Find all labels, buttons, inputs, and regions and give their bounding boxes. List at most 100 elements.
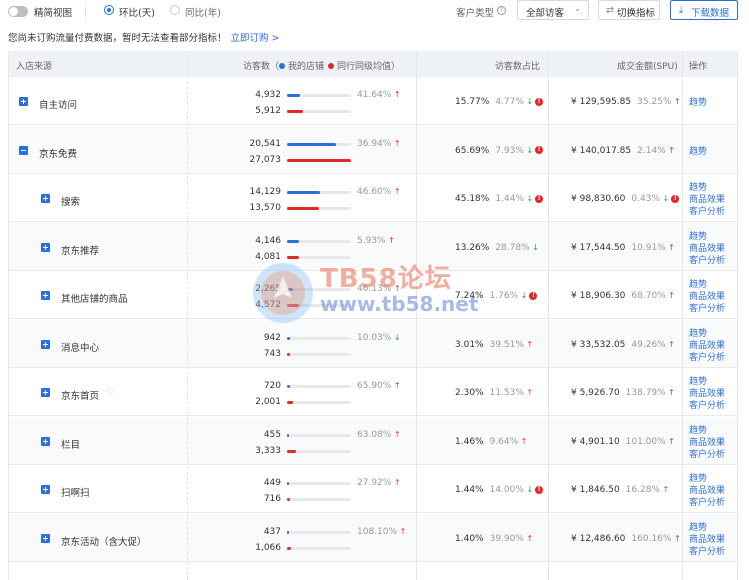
action-link[interactable]: 客户分析 (689, 352, 725, 364)
download-button[interactable]: ⤓ 下载数据 (670, 0, 738, 20)
arrow-up-icon: ↑ (665, 291, 675, 300)
arrow-down-icon: ↓ (518, 291, 528, 300)
action-link[interactable]: 商品效果 (689, 194, 725, 206)
action-link[interactable]: 商品效果 (689, 437, 725, 449)
table-row[interactable]: 京东首页 ♡ 720 2,001 65.90% ↑ 2.30% 11.53% ↑ ¥ 5,92… (9, 368, 738, 416)
table-row[interactable]: 京东活动（含大促） 437 1,066 108.10% ↑ 1.40% 39.90% ↑ ¥… (9, 513, 738, 562)
collapse-icon[interactable] (19, 145, 28, 155)
amount-cell: ¥ 18,906.30 68.70% ↑ (571, 291, 675, 301)
peer-visitors: 13,570 (249, 203, 282, 213)
switch-metrics-button[interactable]: ⇄ 切换指标 (598, 0, 660, 20)
toolbar: 精简视图 环比(天) 同比(年) 客户类型 ? 全部访客 ⌄ ⇄ 切换指标 ⤓ … (0, 0, 749, 26)
expand-icon[interactable] (41, 339, 50, 349)
visitor-change: 46.60% ↑ (357, 187, 401, 197)
source-name: 京东免费 (39, 148, 78, 160)
share-cell: 7.24% 1.76% ↓! (455, 291, 538, 301)
row-actions: 趋势 商品效果 客户分析 (689, 279, 725, 315)
my-visitors-bar (287, 482, 351, 485)
arrow-up-icon: ↑ (671, 97, 681, 106)
action-link[interactable]: 趋势 (689, 97, 707, 109)
simple-view-toggle[interactable] (8, 6, 28, 17)
action-link[interactable]: 客户分析 (689, 546, 725, 558)
share-cell: 15.77% 4.77% ↓! (455, 97, 544, 107)
customer-type-select[interactable]: 全部访客 ⌄ (517, 0, 589, 20)
peer-visitors: 2,001 (255, 397, 281, 407)
source-name: 其他店铺的商品 (61, 294, 128, 305)
my-visitors: 20,541 (249, 138, 282, 149)
header-share[interactable]: 访客数占比 (495, 59, 540, 72)
notice-text: 您尚未订购流量付费数据，暂时无法查看部分指标！ (8, 33, 227, 44)
peer-visitors-bar (287, 255, 351, 259)
action-link[interactable]: 商品效果 (689, 291, 725, 303)
subscribe-link[interactable]: 立即订购 > (231, 33, 280, 44)
action-link[interactable]: 客户分析 (689, 303, 725, 315)
action-link[interactable]: 客户分析 (689, 449, 725, 461)
action-link[interactable]: 趋势 (689, 231, 725, 243)
row-actions: 趋势 商品效果 客户分析 (689, 182, 725, 218)
arrow-up-icon: ↑ (523, 339, 534, 349)
my-visitors: 449 (263, 478, 281, 488)
notice-bar: 您尚未订购流量付费数据，暂时无法查看部分指标！ 立即订购 > (8, 30, 280, 44)
action-link[interactable]: 趋势 (689, 328, 725, 340)
arrow-up-icon: ↑ (665, 436, 675, 446)
table-row[interactable]: 其他店铺的商品 2,265 4,572 46.13% ↑ 7.24% 1.76% ↓! ¥ … (9, 271, 738, 319)
heart-icon[interactable]: ♡ (106, 387, 115, 398)
arrow-up-icon: ↑ (518, 436, 528, 446)
action-link[interactable]: 客户分析 (689, 206, 725, 218)
table-row[interactable]: 自主访问 4,932 5,912 41.64% ↑ 15.77% 4.77% ↓! ¥ 12… (9, 77, 738, 125)
action-link[interactable]: 趋势 (689, 146, 707, 158)
action-link[interactable]: 客户分析 (689, 497, 725, 509)
expand-icon[interactable] (41, 388, 50, 397)
action-link[interactable]: 客户分析 (689, 400, 725, 412)
expand-icon[interactable] (41, 436, 50, 446)
amount-cell: ¥ 98,830.60 0.43% ↓! (571, 194, 680, 204)
warning-icon: ! (535, 194, 544, 203)
arrow-up-icon: ↑ (391, 187, 401, 196)
source-name: 自主访问 (39, 100, 78, 111)
expand-icon[interactable] (41, 485, 50, 494)
source-name: 消息中心 (61, 342, 100, 354)
action-link[interactable]: 趋势 (689, 376, 725, 388)
peer-visitors-bar (287, 449, 351, 453)
row-actions: 趋势 商品效果 客户分析 (689, 473, 725, 509)
action-link[interactable]: 趋势 (689, 182, 725, 194)
action-link[interactable]: 商品效果 (689, 243, 725, 255)
action-link[interactable]: 商品效果 (689, 534, 725, 546)
action-link[interactable]: 趋势 (689, 279, 725, 291)
action-link[interactable]: 客户分析 (689, 255, 725, 267)
share-cell: 65.69% 7.93% ↓! (455, 146, 544, 156)
expand-icon[interactable] (19, 97, 28, 106)
source-name: 京东活动（含大促） (61, 536, 147, 548)
my-visitors: 4,932 (255, 90, 281, 100)
yoy-radio[interactable] (170, 5, 180, 15)
expand-icon[interactable] (41, 533, 50, 543)
arrow-up-icon: ↑ (391, 284, 401, 293)
expand-icon[interactable] (41, 242, 50, 252)
help-circle-icon[interactable]: ? (497, 6, 506, 15)
table-row[interactable]: 扫啊扫 449 716 27.92% ↑ 1.44% 14.00% ↓! ¥ 1,846.5… (9, 465, 738, 513)
action-link[interactable]: 商品效果 (689, 340, 725, 352)
action-link[interactable]: 商品效果 (689, 485, 725, 497)
my-visitors-bar (287, 385, 351, 388)
table-row[interactable]: 栏目 455 3,333 63.08% ↑ 1.46% 9.64% ↑ ¥ 4,901.10… (9, 416, 738, 465)
peer-visitors-bar (287, 352, 351, 356)
mom-radio[interactable] (104, 5, 114, 15)
amount-cell: ¥ 5,926.70 138.79% ↑ (571, 388, 675, 398)
expand-icon[interactable] (41, 291, 50, 300)
action-link[interactable]: 趋势 (689, 473, 725, 485)
table-row[interactable]: 京东推荐 4,146 4,081 5.93% ↑ 13.26% 28.78% ↓ ¥ 17,… (9, 222, 738, 271)
header-amount[interactable]: 成交金额(SPU) (617, 59, 678, 72)
header-visitors: 访客数（ 我的店铺 同行同级均值） (243, 62, 401, 72)
table-row[interactable]: 消息中心 942 743 10.03% ↓ 3.01% 39.51% ↑ ¥ 33,532.… (9, 319, 738, 368)
my-visitors-bar (287, 142, 351, 146)
amount-cell: ¥ 12,486.60 160.16% ↑ (571, 533, 681, 544)
my-visitors: 942 (263, 332, 281, 343)
action-link[interactable]: 商品效果 (689, 388, 725, 400)
arrow-up-icon: ↑ (665, 242, 675, 252)
expand-icon[interactable] (41, 194, 50, 203)
table-row[interactable]: 京东免费 20,541 27,073 36.94% ↑ 65.69% 7.93% ↓! ¥ … (9, 125, 738, 174)
action-link[interactable]: 趋势 (689, 425, 725, 437)
table-row[interactable]: 搜索 14,129 13,570 46.60% ↑ 45.18% 1.44% ↓! ¥ 98… (9, 174, 738, 222)
action-link[interactable]: 趋势 (689, 522, 725, 534)
share-cell: 3.01% 39.51% ↑ (455, 339, 534, 350)
